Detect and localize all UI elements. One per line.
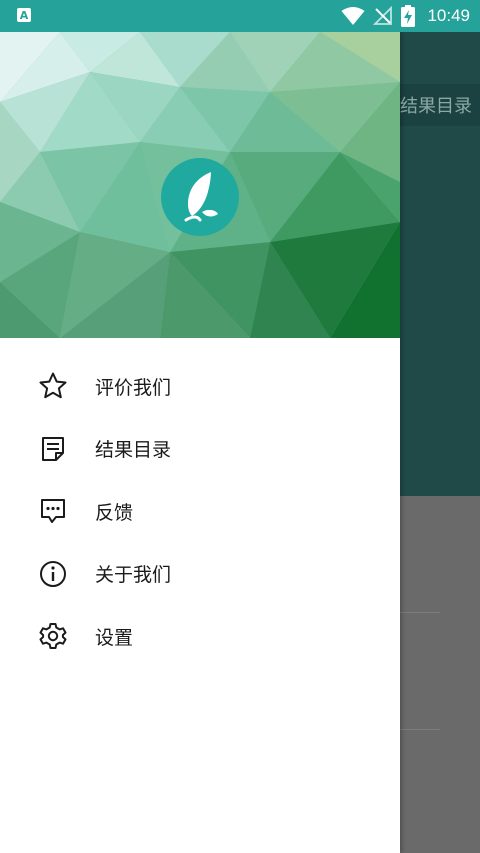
- wifi-icon: [341, 7, 365, 25]
- menu-item-results[interactable]: 结果目录: [0, 418, 400, 481]
- note-icon: [38, 434, 68, 464]
- menu-item-feedback[interactable]: 反馈: [0, 480, 400, 543]
- list-divider: [400, 729, 440, 730]
- chat-bubble-icon: [38, 496, 68, 526]
- menu-item-about-us[interactable]: 关于我们: [0, 543, 400, 606]
- menu-item-settings[interactable]: 设置: [0, 605, 400, 668]
- navigation-drawer: 评价我们 结果目录 反馈 关于我们 设置: [0, 32, 400, 853]
- no-signal-icon: [373, 6, 393, 25]
- info-icon: [38, 559, 68, 589]
- menu-item-label: 关于我们: [95, 564, 172, 587]
- drawer-header: [0, 32, 400, 338]
- background-toolbar-title: 结果目录: [400, 96, 472, 117]
- app-logo: [161, 158, 239, 236]
- menu-item-rate-us[interactable]: 评价我们: [0, 355, 400, 418]
- star-icon: [38, 371, 68, 401]
- menu-item-label: 结果目录: [95, 439, 172, 462]
- drawer-menu: 评价我们 结果目录 反馈 关于我们 设置: [0, 338, 400, 668]
- feather-icon: [184, 172, 218, 222]
- app-notification-icon: A: [17, 8, 31, 22]
- menu-item-label: 设置: [95, 626, 134, 649]
- list-divider: [400, 612, 440, 613]
- menu-item-label: 评价我们: [95, 376, 172, 399]
- gear-icon: [38, 621, 68, 651]
- menu-item-label: 反馈: [95, 501, 134, 524]
- status-time: 10:49: [427, 6, 470, 25]
- status-bar: A 10:49: [0, 0, 480, 32]
- battery-charging-icon: [401, 5, 416, 27]
